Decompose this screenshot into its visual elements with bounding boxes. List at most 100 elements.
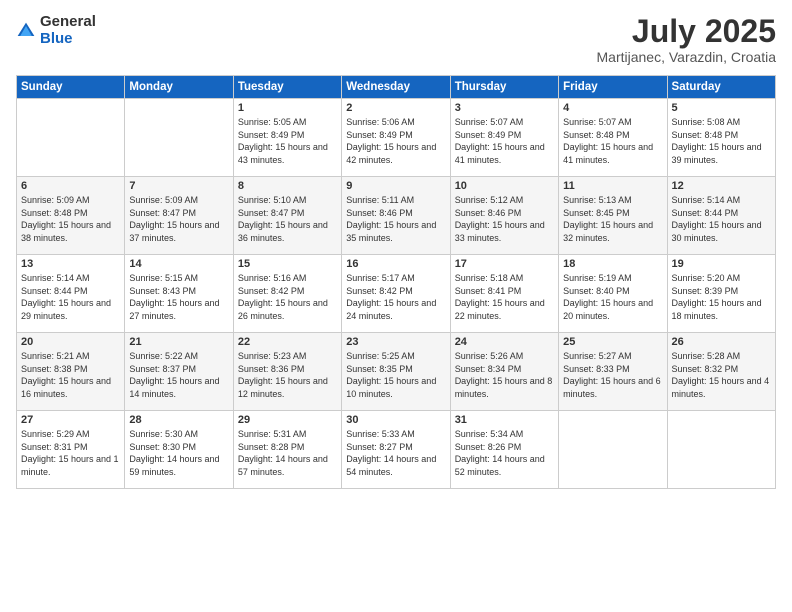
day-number: 20 (21, 336, 120, 348)
calendar-cell: 1 Sunrise: 5:05 AM Sunset: 8:49 PM Daylig… (233, 99, 341, 177)
day-header-saturday: Saturday (667, 76, 775, 99)
calendar-cell: 27 Sunrise: 5:29 AM Sunset: 8:31 PM Dayli… (17, 411, 125, 489)
day-number: 21 (129, 336, 228, 348)
day-number: 27 (21, 414, 120, 426)
day-number: 10 (455, 180, 554, 192)
cell-info: Sunrise: 5:29 AM Sunset: 8:31 PM Dayligh… (21, 428, 120, 478)
day-number: 22 (238, 336, 337, 348)
calendar-cell: 9Sunrise: 5:11 AM Sunset: 8:46 PM Daylig… (342, 177, 450, 255)
day-number: 19 (672, 258, 771, 270)
cell-info: Sunrise: 5:28 AM Sunset: 8:32 PM Dayligh… (672, 350, 771, 400)
cell-info: Sunrise: 5:12 AM Sunset: 8:46 PM Dayligh… (455, 194, 554, 244)
week-row-4: 20 Sunrise: 5:21 AM Sunset: 8:38 PM Dayli… (17, 333, 776, 411)
calendar-cell: 3 Sunrise: 5:07 AM Sunset: 8:49 PM Daylig… (450, 99, 558, 177)
day-number: 31 (455, 414, 554, 426)
cell-info: Sunrise: 5:22 AM Sunset: 8:37 PM Dayligh… (129, 350, 228, 400)
cell-info: Sunrise: 5:06 AM Sunset: 8:49 PM Dayligh… (346, 116, 445, 166)
calendar-cell: 22 Sunrise: 5:23 AM Sunset: 8:36 PM Dayli… (233, 333, 341, 411)
day-number: 29 (238, 414, 337, 426)
day-number: 15 (238, 258, 337, 270)
day-number: 26 (672, 336, 771, 348)
calendar-header-row: SundayMondayTuesdayWednesdayThursdayFrid… (17, 76, 776, 99)
calendar-cell: 25Sunrise: 5:27 AM Sunset: 8:33 PM Dayli… (559, 333, 667, 411)
cell-info: Sunrise: 5:09 AM Sunset: 8:47 PM Dayligh… (129, 194, 228, 244)
calendar-cell: 23 Sunrise: 5:25 AM Sunset: 8:35 PM Dayli… (342, 333, 450, 411)
location: Martijanec, Varazdin, Croatia (597, 49, 776, 65)
day-number: 7 (129, 180, 228, 192)
calendar-cell: 30Sunrise: 5:33 AM Sunset: 8:27 PM Dayli… (342, 411, 450, 489)
week-row-1: 1 Sunrise: 5:05 AM Sunset: 8:49 PM Daylig… (17, 99, 776, 177)
cell-info: Sunrise: 5:17 AM Sunset: 8:42 PM Dayligh… (346, 272, 445, 322)
day-header-monday: Monday (125, 76, 233, 99)
day-header-thursday: Thursday (450, 76, 558, 99)
cell-info: Sunrise: 5:25 AM Sunset: 8:35 PM Dayligh… (346, 350, 445, 400)
calendar-cell: 18 Sunrise: 5:19 AM Sunset: 8:40 PM Dayli… (559, 255, 667, 333)
calendar-cell: 21 Sunrise: 5:22 AM Sunset: 8:37 PM Dayli… (125, 333, 233, 411)
logo: General Blue (16, 14, 96, 47)
day-number: 23 (346, 336, 445, 348)
calendar-cell: 24Sunrise: 5:26 AM Sunset: 8:34 PM Dayli… (450, 333, 558, 411)
calendar-cell: 11Sunrise: 5:13 AM Sunset: 8:45 PM Dayli… (559, 177, 667, 255)
calendar-cell: 2Sunrise: 5:06 AM Sunset: 8:49 PM Daylig… (342, 99, 450, 177)
day-header-friday: Friday (559, 76, 667, 99)
calendar-cell: 26 Sunrise: 5:28 AM Sunset: 8:32 PM Dayli… (667, 333, 775, 411)
day-number: 3 (455, 102, 554, 114)
calendar-cell: 8Sunrise: 5:10 AM Sunset: 8:47 PM Daylig… (233, 177, 341, 255)
cell-info: Sunrise: 5:30 AM Sunset: 8:30 PM Dayligh… (129, 428, 228, 478)
cell-info: Sunrise: 5:15 AM Sunset: 8:43 PM Dayligh… (129, 272, 228, 322)
day-number: 1 (238, 102, 337, 114)
calendar-cell (559, 411, 667, 489)
day-number: 12 (672, 180, 771, 192)
day-number: 18 (563, 258, 662, 270)
cell-info: Sunrise: 5:14 AM Sunset: 8:44 PM Dayligh… (672, 194, 771, 244)
calendar-cell: 20 Sunrise: 5:21 AM Sunset: 8:38 PM Dayli… (17, 333, 125, 411)
calendar-cell: 10 Sunrise: 5:12 AM Sunset: 8:46 PM Dayli… (450, 177, 558, 255)
calendar-cell: 14 Sunrise: 5:15 AM Sunset: 8:43 PM Dayli… (125, 255, 233, 333)
day-header-wednesday: Wednesday (342, 76, 450, 99)
calendar-cell: 31 Sunrise: 5:34 AM Sunset: 8:26 PM Dayli… (450, 411, 558, 489)
day-number: 9 (346, 180, 445, 192)
cell-info: Sunrise: 5:21 AM Sunset: 8:38 PM Dayligh… (21, 350, 120, 400)
day-number: 4 (563, 102, 662, 114)
day-number: 24 (455, 336, 554, 348)
day-number: 28 (129, 414, 228, 426)
month-title: July 2025 (597, 14, 776, 49)
day-number: 17 (455, 258, 554, 270)
calendar-cell: 28 Sunrise: 5:30 AM Sunset: 8:30 PM Dayli… (125, 411, 233, 489)
cell-info: Sunrise: 5:33 AM Sunset: 8:27 PM Dayligh… (346, 428, 445, 478)
calendar-cell: 4 Sunrise: 5:07 AM Sunset: 8:48 PM Daylig… (559, 99, 667, 177)
week-row-3: 13Sunrise: 5:14 AM Sunset: 8:44 PM Dayli… (17, 255, 776, 333)
calendar-cell: 7 Sunrise: 5:09 AM Sunset: 8:47 PM Daylig… (125, 177, 233, 255)
calendar-cell: 5 Sunrise: 5:08 AM Sunset: 8:48 PM Daylig… (667, 99, 775, 177)
calendar-cell: 6Sunrise: 5:09 AM Sunset: 8:48 PM Daylig… (17, 177, 125, 255)
week-row-2: 6Sunrise: 5:09 AM Sunset: 8:48 PM Daylig… (17, 177, 776, 255)
day-header-sunday: Sunday (17, 76, 125, 99)
calendar-cell: 12 Sunrise: 5:14 AM Sunset: 8:44 PM Dayli… (667, 177, 775, 255)
cell-info: Sunrise: 5:07 AM Sunset: 8:49 PM Dayligh… (455, 116, 554, 166)
day-number: 25 (563, 336, 662, 348)
logo-general: General (40, 14, 96, 31)
day-number: 13 (21, 258, 120, 270)
cell-info: Sunrise: 5:19 AM Sunset: 8:40 PM Dayligh… (563, 272, 662, 322)
cell-info: Sunrise: 5:07 AM Sunset: 8:48 PM Dayligh… (563, 116, 662, 166)
day-number: 16 (346, 258, 445, 270)
cell-info: Sunrise: 5:34 AM Sunset: 8:26 PM Dayligh… (455, 428, 554, 478)
cell-info: Sunrise: 5:05 AM Sunset: 8:49 PM Dayligh… (238, 116, 337, 166)
cell-info: Sunrise: 5:20 AM Sunset: 8:39 PM Dayligh… (672, 272, 771, 322)
calendar-cell (17, 99, 125, 177)
day-header-tuesday: Tuesday (233, 76, 341, 99)
calendar-cell: 15Sunrise: 5:16 AM Sunset: 8:42 PM Dayli… (233, 255, 341, 333)
calendar-cell: 13Sunrise: 5:14 AM Sunset: 8:44 PM Dayli… (17, 255, 125, 333)
cell-info: Sunrise: 5:08 AM Sunset: 8:48 PM Dayligh… (672, 116, 771, 166)
calendar-table: SundayMondayTuesdayWednesdayThursdayFrid… (16, 75, 776, 489)
calendar-cell: 16 Sunrise: 5:17 AM Sunset: 8:42 PM Dayli… (342, 255, 450, 333)
cell-info: Sunrise: 5:31 AM Sunset: 8:28 PM Dayligh… (238, 428, 337, 478)
cell-info: Sunrise: 5:23 AM Sunset: 8:36 PM Dayligh… (238, 350, 337, 400)
logo-icon (16, 21, 36, 41)
day-number: 5 (672, 102, 771, 114)
day-number: 14 (129, 258, 228, 270)
calendar-cell: 19 Sunrise: 5:20 AM Sunset: 8:39 PM Dayli… (667, 255, 775, 333)
cell-info: Sunrise: 5:09 AM Sunset: 8:48 PM Dayligh… (21, 194, 120, 244)
calendar-cell: 17Sunrise: 5:18 AM Sunset: 8:41 PM Dayli… (450, 255, 558, 333)
calendar-cell (667, 411, 775, 489)
